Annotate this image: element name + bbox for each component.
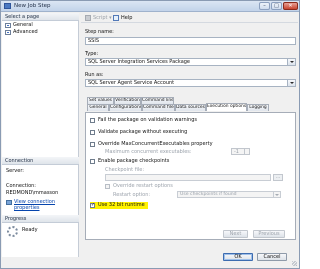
run-as-label: Run as: bbox=[85, 72, 104, 78]
enable-checkpoints-checkbox[interactable]: Enable package checkpoints bbox=[90, 158, 169, 165]
run-as-value: SQL Server Agent Service Account bbox=[88, 80, 175, 86]
minimize-button[interactable]: – bbox=[259, 2, 270, 10]
left-pane: Select a page General Advanced Connectio… bbox=[2, 13, 79, 257]
close-button[interactable]: ✕ bbox=[283, 2, 298, 10]
tab-general[interactable]: General bbox=[87, 104, 109, 111]
chevron-down-icon[interactable] bbox=[287, 80, 295, 86]
connection-label: Connection: bbox=[6, 183, 36, 189]
checkbox-box[interactable] bbox=[90, 130, 95, 135]
tab-data-sources[interactable]: Data sources bbox=[175, 104, 206, 111]
ok-button[interactable]: OK bbox=[223, 253, 253, 261]
connection-header: Connection bbox=[2, 157, 79, 165]
max-concurrent-label: Maximum concurrent executables: bbox=[105, 149, 192, 155]
step-name-label: Step name: bbox=[85, 29, 114, 35]
page-icon bbox=[5, 23, 11, 28]
tab-set-values[interactable]: Set values bbox=[87, 97, 114, 104]
fail-on-warnings-checkbox[interactable]: Fail the package on validation warnings bbox=[90, 117, 197, 124]
new-job-step-dialog: New Job Step – □ ✕ Select a page General… bbox=[0, 0, 300, 269]
checkbox-box[interactable] bbox=[90, 142, 95, 147]
step-name-input[interactable]: SSIS bbox=[85, 37, 296, 45]
progress-icon bbox=[7, 226, 18, 237]
title-bar: New Job Step – □ ✕ bbox=[1, 1, 299, 12]
checkpoint-file-input[interactable] bbox=[105, 174, 271, 181]
select-page-header: Select a page bbox=[2, 13, 79, 21]
page-item-advanced[interactable]: Advanced bbox=[5, 29, 38, 36]
tab-execution-options[interactable]: Execution options bbox=[206, 103, 247, 111]
resize-grip-icon[interactable] bbox=[292, 261, 297, 266]
maximize-button[interactable]: □ bbox=[271, 2, 282, 10]
spinner-value: -1 bbox=[234, 149, 239, 155]
cancel-button[interactable]: Cancel bbox=[257, 253, 287, 261]
checkbox-box[interactable] bbox=[105, 184, 110, 189]
job-step-icon bbox=[4, 3, 11, 9]
restart-option-select[interactable]: Use checkpoints if found bbox=[177, 191, 281, 198]
toolbar: Script ▾ Help bbox=[81, 13, 298, 23]
tab-logging[interactable]: Logging bbox=[247, 104, 269, 111]
chevron-down-icon[interactable] bbox=[287, 59, 295, 65]
run-as-select[interactable]: SQL Server Agent Service Account bbox=[85, 79, 296, 87]
tab-command-line[interactable]: Command line bbox=[141, 97, 174, 104]
override-max-executables-checkbox[interactable]: Override MaxConcurrentExecutables proper… bbox=[90, 141, 213, 148]
server-label: Server: bbox=[6, 168, 24, 174]
page-label: Advanced bbox=[13, 29, 38, 35]
connection-value: REDMOND\mmasson bbox=[6, 190, 59, 196]
script-button[interactable]: Script ▾ bbox=[85, 15, 112, 21]
restart-option-value: Use checkpoints if found bbox=[180, 192, 237, 197]
tab-command-files[interactable]: Command files bbox=[142, 104, 175, 111]
progress-header: Progress bbox=[2, 215, 79, 223]
connection-properties-icon bbox=[6, 200, 12, 205]
checkbox-label: Validate package without executing bbox=[98, 129, 188, 135]
tab-configurations[interactable]: Configurations bbox=[109, 104, 142, 111]
tab-verification[interactable]: Verification bbox=[114, 97, 141, 104]
view-connection-properties-link[interactable]: View connection properties bbox=[6, 199, 78, 211]
link-label: View connection properties bbox=[14, 199, 56, 211]
progress-status: Ready bbox=[22, 227, 38, 233]
checkbox-box[interactable] bbox=[90, 202, 95, 209]
next-button[interactable]: Next bbox=[223, 230, 248, 238]
override-restart-checkbox[interactable]: Override restart options bbox=[105, 183, 173, 190]
script-label: Script bbox=[93, 15, 108, 21]
use-32bit-runtime-checkbox[interactable]: Use 32 bit runtime bbox=[90, 202, 148, 209]
checkbox-box[interactable] bbox=[90, 118, 95, 123]
type-label: Type: bbox=[85, 51, 99, 57]
spinner-arrows-icon[interactable] bbox=[244, 149, 249, 154]
page-item-general[interactable]: General bbox=[5, 22, 33, 29]
help-icon bbox=[113, 15, 119, 21]
help-label: Help bbox=[121, 15, 133, 21]
page-label: General bbox=[13, 22, 33, 28]
type-value: SQL Server Integration Services Package bbox=[88, 59, 191, 65]
page-icon bbox=[5, 30, 11, 35]
checkbox-box[interactable] bbox=[90, 159, 95, 164]
type-select[interactable]: SQL Server Integration Services Package bbox=[85, 58, 296, 66]
checkpoint-file-label: Checkpoint file: bbox=[105, 167, 145, 173]
validate-without-executing-checkbox[interactable]: Validate package without executing bbox=[90, 129, 187, 136]
script-icon bbox=[85, 15, 91, 21]
help-button[interactable]: Help bbox=[113, 15, 132, 21]
max-concurrent-spinner[interactable]: -1 bbox=[231, 148, 250, 155]
checkbox-label: Override MaxConcurrentExecutables proper… bbox=[98, 141, 213, 147]
window-title: New Job Step bbox=[14, 3, 51, 9]
previous-button[interactable]: Previous bbox=[253, 230, 285, 238]
chevron-down-icon[interactable] bbox=[273, 192, 280, 197]
checkbox-label: Fail the package on validation warnings bbox=[98, 117, 197, 123]
checkbox-label: Use 32 bit runtime bbox=[98, 202, 145, 208]
checkbox-label: Enable package checkpoints bbox=[98, 158, 170, 164]
checkbox-label: Override restart options bbox=[113, 183, 173, 189]
browse-button[interactable]: ... bbox=[273, 174, 283, 181]
restart-option-label: Restart option: bbox=[113, 192, 151, 198]
